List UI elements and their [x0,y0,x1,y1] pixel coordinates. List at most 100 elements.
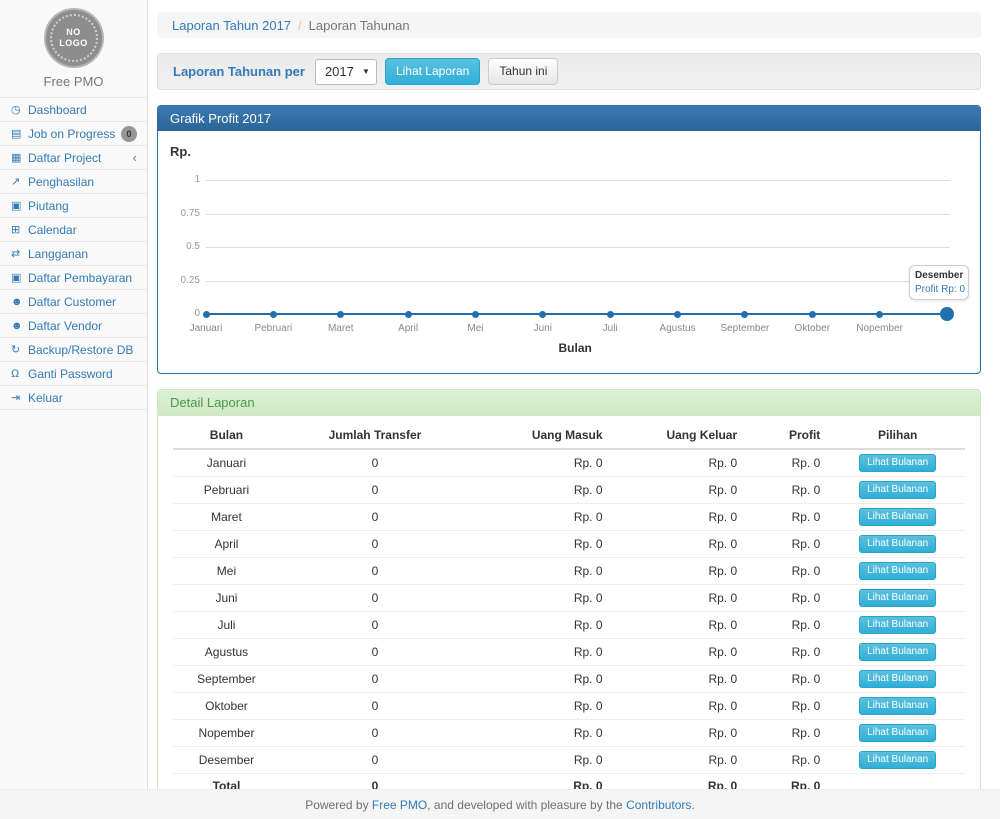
contributors-link[interactable]: Contributors [626,798,691,812]
cell-uang-keluar: Rp. 0 [613,531,748,558]
sidebar-item-ganti-password[interactable]: ΩGanti Password [0,362,147,386]
data-point-januari[interactable] [203,311,210,318]
sidebar-item-daftar-customer[interactable]: ☻Daftar Customer [0,290,147,314]
cell-pilihan: Lihat Bulanan [830,585,965,612]
cell-pilihan: Lihat Bulanan [830,720,965,747]
table-row-agustus: Agustus0Rp. 0Rp. 0Rp. 0Lihat Bulanan [173,639,965,666]
lihat-bulanan-button-maret[interactable]: Lihat Bulanan [859,508,936,526]
data-point-september[interactable] [741,311,748,318]
sidebar-item-backup-restore-db[interactable]: ↻Backup/Restore DB [0,338,147,362]
year-select[interactable]: 2017 ▼ [315,59,377,85]
data-point-oktober[interactable] [809,311,816,318]
x-axis-label: Bulan [559,341,592,355]
cell-jumlah-transfer: 0 [280,504,470,531]
lihat-bulanan-button-pebruari[interactable]: Lihat Bulanan [859,481,936,499]
sidebar-item-langganan[interactable]: ⇄Langganan [0,242,147,266]
x-tick-label: Januari [174,323,238,334]
lihat-bulanan-button-januari[interactable]: Lihat Bulanan [859,454,936,472]
cell-profit: Rp. 0 [747,747,830,774]
cell-uang-masuk: Rp. 0 [470,531,613,558]
cell-bulan: Januari [173,449,280,477]
data-point-mei[interactable] [472,311,479,318]
sidebar-item-label: Penghasilan [28,175,137,189]
cell-uang-keluar: Rp. 0 [613,558,748,585]
gridline [206,281,950,282]
table-row-nopember: Nopember0Rp. 0Rp. 0Rp. 0Lihat Bulanan [173,720,965,747]
data-point-maret[interactable] [337,311,344,318]
lihat-bulanan-button-desember[interactable]: Lihat Bulanan [859,751,936,769]
cell-jumlah-transfer: 0 [280,747,470,774]
table-row-juli: Juli0Rp. 0Rp. 0Rp. 0Lihat Bulanan [173,612,965,639]
lihat-bulanan-button-mei[interactable]: Lihat Bulanan [859,562,936,580]
free-pmo-link[interactable]: Free PMO [372,798,427,812]
cell-bulan: Pebruari [173,477,280,504]
chart-panel-title: Grafik Profit 2017 [158,106,980,131]
sidebar-item-keluar[interactable]: ⇥Keluar [0,386,147,410]
lihat-laporan-button[interactable]: Lihat Laporan [385,58,480,84]
cell-bulan: Desember [173,747,280,774]
year-select-value: 2017 [325,64,354,79]
data-point-nopember[interactable] [876,311,883,318]
sidebar-item-calendar[interactable]: ⊞Calendar [0,218,147,242]
sidebar-item-daftar-project[interactable]: ▦Daftar Project‹ [0,146,147,170]
lihat-bulanan-button-agustus[interactable]: Lihat Bulanan [859,643,936,661]
y-tick-label: 1 [158,174,200,185]
sidebar-item-daftar-pembayaran[interactable]: ▣Daftar Pembayaran [0,266,147,290]
sidebar-item-label: Ganti Password [28,367,137,381]
profit-chart: Rp.00.250.50.751JanuariPebruariMaretApri… [158,131,980,373]
data-point-april[interactable] [405,311,412,318]
lihat-bulanan-button-september[interactable]: Lihat Bulanan [859,670,936,688]
lock-icon: Ω [11,368,28,380]
lihat-bulanan-button-nopember[interactable]: Lihat Bulanan [859,724,936,742]
profit-chart-panel: Grafik Profit 2017 Rp.00.250.50.751Janua… [157,105,981,374]
no-logo-seal: NO LOGO [46,10,102,66]
tahun-ini-button[interactable]: Tahun ini [488,58,558,84]
sidebar-item-label: Daftar Vendor [28,319,137,333]
cell-profit: Rp. 0 [747,612,830,639]
tooltip-value: Profit Rp: 0 [915,284,963,295]
data-point-desember[interactable] [940,307,954,321]
brand: NO LOGO Free PMO [0,0,147,97]
cell-bulan: Juni [173,585,280,612]
lihat-bulanan-button-oktober[interactable]: Lihat Bulanan [859,697,936,715]
table-row-juni: Juni0Rp. 0Rp. 0Rp. 0Lihat Bulanan [173,585,965,612]
table-row-mei: Mei0Rp. 0Rp. 0Rp. 0Lihat Bulanan [173,558,965,585]
column-header-uang-masuk: Uang Masuk [470,422,613,449]
breadcrumb-link-laporan-tahun[interactable]: Laporan Tahun 2017 [172,18,291,33]
sidebar-item-piutang[interactable]: ▣Piutang [0,194,147,218]
money-icon: ▣ [11,271,28,284]
x-tick-label: Juni [511,323,575,334]
gridline [206,247,950,248]
sidebar-item-label: Daftar Project [28,151,133,165]
cell-pilihan: Lihat Bulanan [830,558,965,585]
cell-uang-masuk: Rp. 0 [470,477,613,504]
lihat-bulanan-button-juli[interactable]: Lihat Bulanan [859,616,936,634]
breadcrumb-current: Laporan Tahunan [309,18,410,33]
cell-pilihan: Lihat Bulanan [830,449,965,477]
data-point-agustus[interactable] [674,311,681,318]
sidebar-item-label: Piutang [28,199,137,213]
y-tick-label: 0.25 [158,275,200,286]
cell-pilihan: Lihat Bulanan [830,531,965,558]
gridline [206,214,950,215]
sidebar-item-dashboard[interactable]: ◷Dashboard [0,98,147,122]
lihat-bulanan-button-juni[interactable]: Lihat Bulanan [859,589,936,607]
cell-bulan: Oktober [173,693,280,720]
data-point-pebruari[interactable] [270,311,277,318]
lihat-bulanan-button-april[interactable]: Lihat Bulanan [859,535,936,553]
sidebar-item-daftar-vendor[interactable]: ☻Daftar Vendor [0,314,147,338]
table-header-row: BulanJumlah TransferUang MasukUang Kelua… [173,422,965,449]
profit-line [206,313,947,315]
year-filter-form: Laporan Tahunan per 2017 ▼ Lihat Laporan… [157,53,981,90]
cell-profit: Rp. 0 [747,477,830,504]
data-point-juli[interactable] [607,311,614,318]
main-content: Laporan Tahun 2017 / Laporan Tahunan Lap… [148,0,991,789]
cell-bulan: Juli [173,612,280,639]
cell-uang-keluar: Rp. 0 [613,720,748,747]
sidebar-item-penghasilan[interactable]: ↗Penghasilan [0,170,147,194]
table-icon: ▦ [11,151,28,164]
cell-uang-masuk: Rp. 0 [470,449,613,477]
data-point-juni[interactable] [539,311,546,318]
sidebar-item-job-on-progress[interactable]: ▤Job on Progress0 [0,122,147,146]
cell-profit: Rp. 0 [747,693,830,720]
